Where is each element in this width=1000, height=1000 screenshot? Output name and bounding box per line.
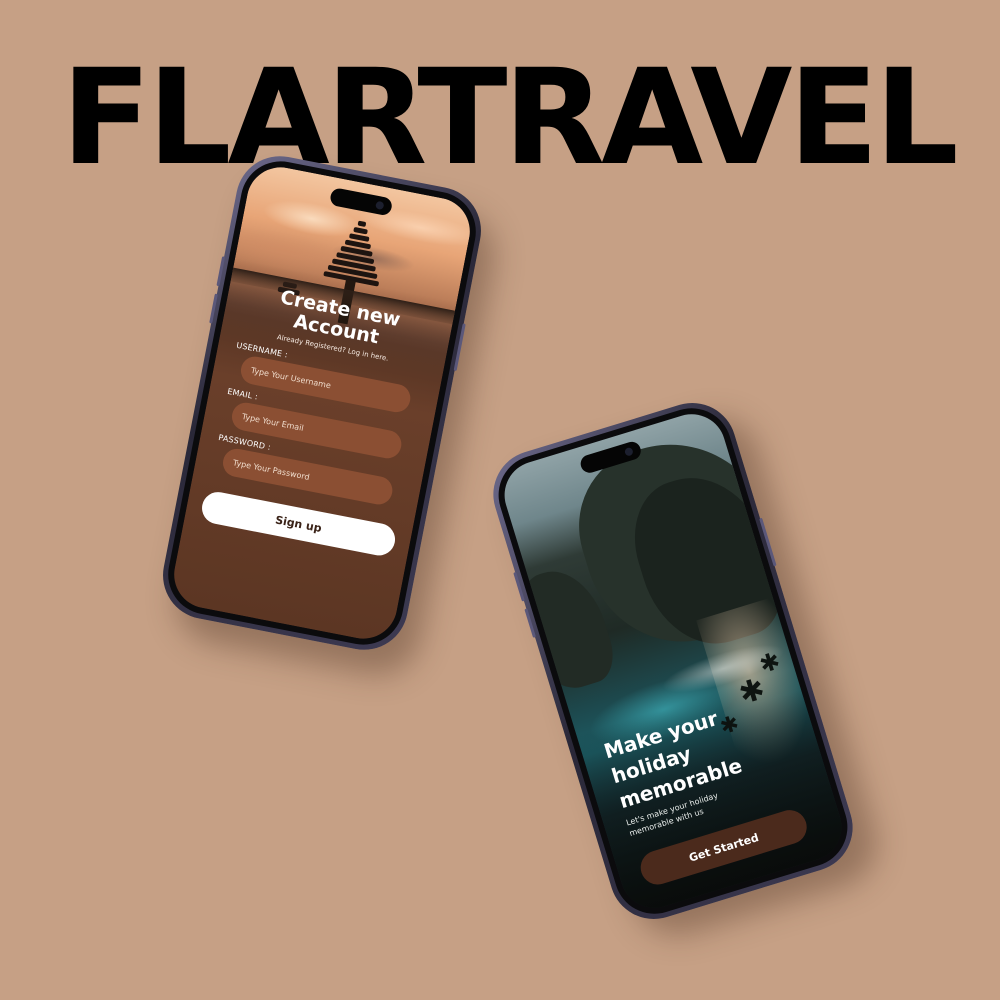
phone-bezel: ✱ ✱ ✱ Make your holiday memorable Let's … (488, 398, 858, 924)
signup-screen: Create new Account Already Registered? L… (168, 161, 476, 645)
onboarding-phone: ✱ ✱ ✱ Make your holiday memorable Let's … (482, 392, 864, 930)
phone-bezel: Create new Account Already Registered? L… (161, 154, 483, 652)
signup-form: Create new Account Already Registered? L… (185, 277, 454, 561)
brand-title: FLARTRAVEL (61, 41, 958, 195)
mockup-canvas: FLARTRAVEL Create new Account Already Re… (0, 0, 1000, 1000)
onboarding-screen: ✱ ✱ ✱ Make your holiday memorable Let's … (496, 405, 850, 917)
signup-phone: Create new Account Already Registered? L… (155, 148, 489, 658)
